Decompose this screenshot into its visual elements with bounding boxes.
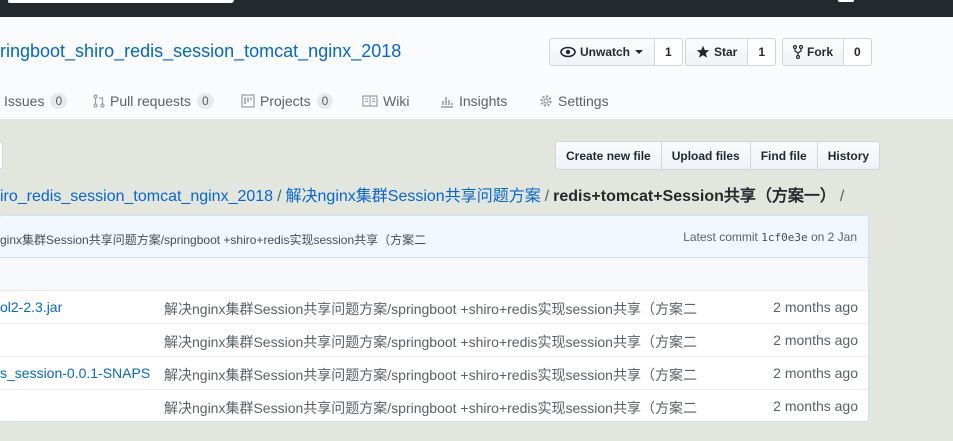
star-button[interactable]: Star [685,38,749,66]
fork-button[interactable]: Fork [782,38,845,66]
commit-sha-link[interactable]: 1cf0e3e [761,231,807,244]
project-icon [241,94,255,108]
find-file-button[interactable]: Find file [750,141,818,170]
tab-insights-label: Insights [459,93,508,109]
file-name-link[interactable]: s_session-0.0.1-SNAPS… [0,365,150,381]
tab-issues-label: Issues [4,93,45,109]
tab-wiki-label: Wiki [383,93,410,109]
eye-icon [560,46,576,58]
star-count[interactable]: 1 [748,38,777,66]
watch-group: Unwatch 1 [549,38,683,66]
breadcrumb-separator: / [544,188,550,205]
fork-count[interactable]: 0 [844,38,872,66]
tab-insights[interactable]: Insights [440,93,507,109]
pull-request-icon [93,94,105,108]
file-age: 2 months ago [773,365,858,381]
fork-group: Fork 0 [782,38,872,66]
tab-settings[interactable]: Settings [539,93,609,109]
star-label: Star [714,45,738,59]
fork-label: Fork [807,45,834,59]
tab-wiki[interactable]: Wiki [362,93,409,109]
file-age: 2 months ago [773,332,858,348]
tab-projects[interactable]: Projects 0 [241,93,334,109]
create-new-file-button[interactable]: Create new file [555,141,662,170]
branch-select-button[interactable] [0,141,3,169]
commit-date: on 2 Jan [810,230,857,244]
tab-issues[interactable]: Issues 0 [4,93,68,109]
fork-icon [793,45,803,59]
tab-pull-requests[interactable]: Pull requests 0 [93,93,214,109]
book-icon [362,95,378,107]
file-commit-message[interactable]: 解决nginx集群Session共享问题方案/springboot +shiro… [164,365,704,385]
commit-message-link[interactable]: ginx集群Session共享问题方案/springboot +shiro+re… [0,231,426,248]
graph-icon [441,97,453,108]
tab-projects-label: Projects [260,93,311,109]
breadcrumb-separator: / [839,188,845,205]
user-menu-icon[interactable] [838,0,854,2]
upload-files-button[interactable]: Upload files [661,141,751,170]
tab-settings-label: Settings [558,93,609,109]
breadcrumb-root-link[interactable]: iro_redis_session_tomcat_nginx_2018 [0,188,273,205]
history-button[interactable]: History [817,141,881,170]
file-navigation: Create new file Upload files Find file H… [555,141,881,170]
tab-issues-count: 0 [50,93,68,109]
caret-down-icon [635,50,644,54]
file-age: 2 months ago [773,398,858,414]
file-row[interactable]: 解决nginx集群Session共享问题方案/springboot +shiro… [0,324,868,357]
tab-pull-requests-label: Pull requests [110,93,191,109]
file-name-link[interactable]: ol2-2.3.jar [0,299,150,315]
breadcrumb-folder-link[interactable]: 解决nginx集群Session共享问题方案 [286,188,541,205]
watch-count[interactable]: 1 [655,38,683,66]
star-group: Star 1 [685,38,777,66]
file-table: ginx集群Session共享问题方案/springboot +shiro+re… [0,215,869,422]
repo-title-link[interactable]: ringboot_shiro_redis_session_tomcat_ngin… [0,41,401,62]
breadcrumb-current: redis+tomcat+Session共享（方案一） [553,188,836,205]
parent-directory-row[interactable] [0,258,868,291]
star-icon [696,45,710,58]
latest-commit: Latest commit 1cf0e3e on 2 Jan [683,230,857,244]
file-row[interactable]: ol2-2.3.jar 解决nginx集群Session共享问题方案/sprin… [0,291,868,324]
breadcrumb-separator: / [277,188,282,205]
file-commit-message[interactable]: 解决nginx集群Session共享问题方案/springboot +shiro… [164,398,704,418]
file-row[interactable]: s_session-0.0.1-SNAPS… 解决nginx集群Session共… [0,357,868,390]
repo-tabs: Issues 0 Pull requests 0 Projects 0 Wiki… [0,93,953,121]
search-input[interactable] [8,0,234,3]
file-commit-message[interactable]: 解决nginx集群Session共享问题方案/springboot +shiro… [164,332,704,352]
gear-icon [540,95,552,107]
unwatch-button[interactable]: Unwatch [549,38,656,66]
top-navbar [0,0,953,17]
commit-tease: ginx集群Session共享问题方案/springboot +shiro+re… [0,216,868,258]
repo-header: ringboot_shiro_redis_session_tomcat_ngin… [0,17,953,120]
file-age: 2 months ago [773,299,858,315]
file-commit-message[interactable]: 解决nginx集群Session共享问题方案/springboot +shiro… [164,299,704,319]
tab-pull-requests-count: 0 [196,93,214,109]
breadcrumb: iro_redis_session_tomcat_nginx_2018/解决ng… [0,182,848,206]
search-divider [8,0,9,3]
tab-projects-count: 0 [316,93,334,109]
unwatch-label: Unwatch [580,45,631,59]
latest-commit-label: Latest commit [683,230,758,244]
file-row[interactable]: 解决nginx集群Session共享问题方案/springboot +shiro… [0,390,868,421]
